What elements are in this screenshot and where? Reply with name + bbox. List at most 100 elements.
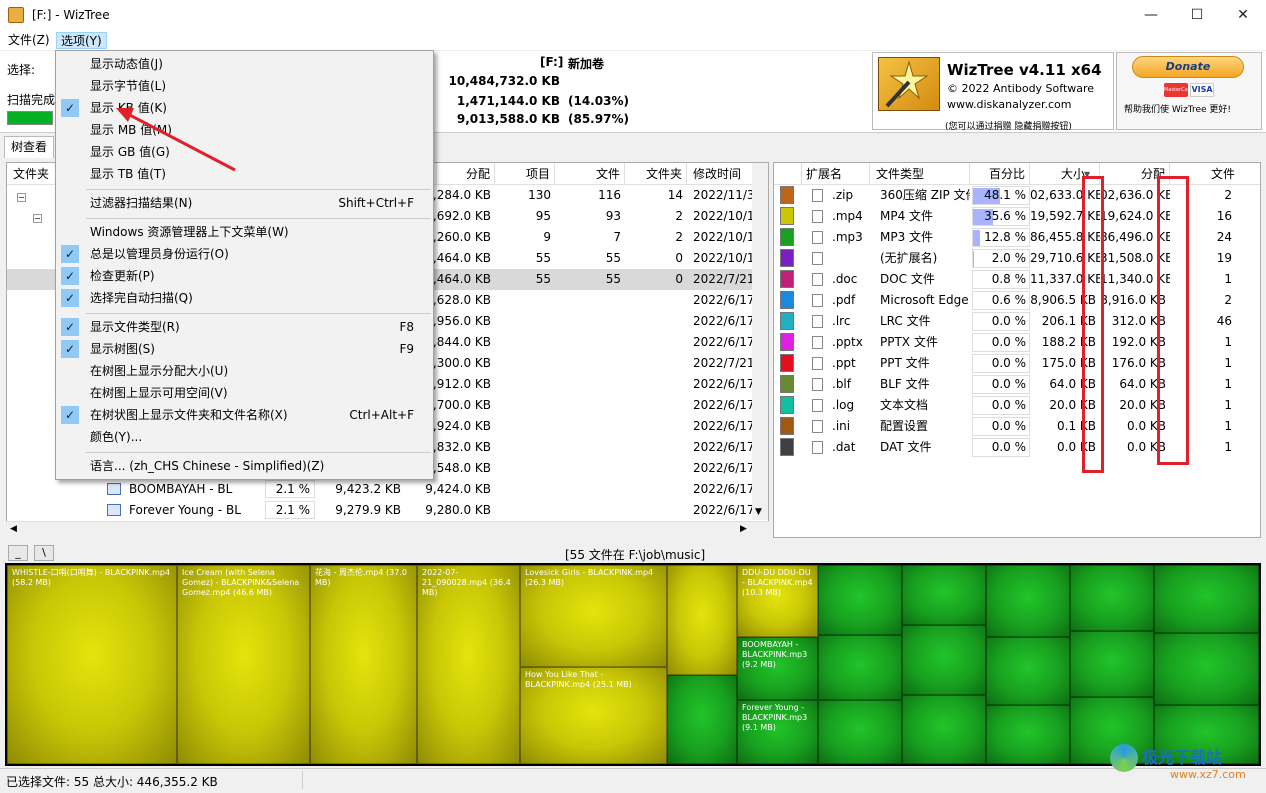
scroll-right-arrow-icon[interactable]: ▶ — [740, 524, 747, 534]
treemap-tile[interactable] — [667, 675, 737, 764]
menu-item-label: Windows 资源管理器上下文菜单(W) — [90, 225, 289, 239]
treemap-tile[interactable] — [667, 565, 737, 675]
treemap-tile[interactable]: 花海 - 周杰伦.mp4 (37.0 MB) — [310, 565, 417, 764]
menu-item[interactable]: 显示字节值(L) — [57, 75, 432, 97]
menu-item-label: 选择完自动扫描(Q) — [90, 291, 193, 305]
files-cell — [555, 332, 625, 353]
tab-tree-view[interactable]: 树查看 — [4, 136, 55, 158]
checkmark-icon: ✓ — [61, 289, 79, 307]
menu-item[interactable]: 显示动态值(J) — [57, 53, 432, 75]
menu-item[interactable]: ✓ 显示树图(S) F9 — [57, 338, 432, 360]
donate-button[interactable]: Donate — [1132, 56, 1244, 78]
tree-collapse-icon[interactable]: − — [33, 214, 42, 223]
maximize-button[interactable]: ☐ — [1174, 0, 1220, 30]
col-items[interactable]: 项目 — [495, 163, 555, 185]
col-files[interactable]: 文件 — [555, 163, 625, 185]
donate-note: (您可以通过捐赠 隐藏捐赠按钮) — [945, 122, 1072, 132]
modified-cell: 2022/10/13 — [693, 230, 753, 244]
treemap-tile[interactable] — [1154, 633, 1259, 705]
ext-cell: .ppt — [832, 356, 856, 370]
modified-cell: 2022/6/17 — [693, 335, 753, 349]
up-level-button[interactable]: _ — [8, 545, 28, 561]
tree-horizontal-scrollbar[interactable]: ◀ ▶ — [6, 521, 769, 538]
col-percent[interactable]: 百分比 — [970, 163, 1030, 185]
treemap-tile[interactable]: 2022-07-21_090028.mp4 (36.4 MB) — [417, 565, 520, 764]
treemap-tile[interactable] — [902, 695, 986, 764]
menu-item[interactable]: ✓ 选择完自动扫描(Q) — [57, 287, 432, 309]
items-cell — [495, 395, 555, 416]
folders-cell — [625, 332, 687, 353]
menu-item[interactable]: 在树图上显示分配大小(U) — [57, 360, 432, 382]
menu-item[interactable]: 在树图上显示可用空间(V) — [57, 382, 432, 404]
treemap-tile[interactable] — [986, 565, 1070, 637]
files-cell: 116 — [598, 188, 621, 202]
items-cell — [495, 374, 555, 395]
treemap-tile[interactable] — [818, 565, 902, 635]
menu-separator — [86, 313, 431, 314]
drive-letter: [F:] — [540, 55, 564, 69]
menu-item[interactable]: ✓ 显示文件类型(R) F8 — [57, 316, 432, 338]
table-row[interactable]: Forever Young - BL 2.1 % 9,279.9 KB 9,280.0… — [7, 500, 767, 521]
type-cell: 文本文档 — [880, 398, 929, 412]
treemap-tile[interactable] — [1070, 565, 1154, 631]
treemap-tile[interactable] — [1070, 631, 1154, 697]
treemap-tile[interactable] — [986, 637, 1070, 705]
menu-item[interactable]: ✓ 检查更新(P) — [57, 265, 432, 287]
file-name: Forever Young - BL — [129, 503, 241, 517]
files-cell — [555, 416, 625, 437]
items-cell — [495, 311, 555, 332]
treemap-tile[interactable]: DDU-DU DDU-DU - BLACKPINK.mp4 (10.3 MB) — [737, 565, 818, 637]
files-cell — [555, 374, 625, 395]
menu-item[interactable]: 颜色(Y)... — [57, 426, 432, 448]
menu-item[interactable]: ✓ 总是以管理员身份运行(O) — [57, 243, 432, 265]
root-button[interactable]: \ — [34, 545, 54, 561]
treemap-tile[interactable]: Lovesick Girls - BLACKPINK.mp4 (26.3 MB) — [520, 565, 667, 667]
status-selected: 已选择文件: 55 总大小: 446,355.2 KB — [6, 775, 218, 789]
treemap-tile[interactable]: WHISTLE-口哨(口哨舞) - BLACKPINK.mp4 (58.2 MB… — [7, 565, 177, 764]
table-row[interactable]: BOOMBAYAH - BL 2.1 % 9,423.2 KB 9,424.0 KB 2… — [7, 479, 767, 500]
ext-cell: .dat — [832, 440, 856, 454]
file-type-icon — [812, 315, 823, 328]
type-cell: MP3 文件 — [880, 230, 934, 244]
treemap-tile[interactable] — [818, 635, 902, 700]
scroll-down-arrow-icon[interactable]: ▼ — [755, 507, 762, 517]
menu-item[interactable]: ✓ 在树状图上显示文件夹和文件名称(X) Ctrl+Alt+F — [57, 404, 432, 426]
treemap-tile[interactable]: How You Like That - BLACKPINK.mp4 (25.1 … — [520, 667, 667, 764]
type-cell: MP4 文件 — [880, 209, 934, 223]
treemap-tile[interactable]: Forever Young - BLACKPINK.mp3 (9.1 MB) — [737, 700, 818, 764]
menu-item[interactable]: 语言... (zh_CHS Chinese - Simplified)(Z) — [57, 455, 432, 477]
treemap-tile[interactable]: BOOMBAYAH - BLACKPINK.mp3 (9.2 MB) — [737, 637, 818, 700]
mastercard-icon: MasterCard — [1164, 83, 1193, 97]
type-cell: 360压缩 ZIP 文件 — [880, 188, 970, 202]
menu-file[interactable]: 文件(Z) — [4, 32, 54, 49]
website-link[interactable]: www.diskanalyzer.com — [947, 98, 1072, 111]
highlight-box-size-unit — [1082, 176, 1104, 473]
treemap-tile[interactable] — [902, 565, 986, 625]
close-button[interactable]: ✕ — [1220, 0, 1266, 30]
menu-item[interactable]: 过滤器扫描结果(N) Shift+Ctrl+F — [57, 192, 432, 214]
treemap-tile[interactable]: Ice Cream (with Selena Gomez) - BLACKPIN… — [177, 565, 310, 764]
menu-item[interactable]: Windows 资源管理器上下文菜单(W) — [57, 221, 432, 243]
treemap-tile[interactable] — [818, 700, 902, 764]
treemap-tile[interactable] — [1154, 565, 1259, 633]
col-type[interactable]: 文件类型 — [870, 163, 970, 185]
folders-cell: 14 — [667, 188, 683, 202]
type-cell: 配置设置 — [880, 419, 929, 433]
files-cell: 93 — [605, 209, 621, 223]
files-cell — [555, 500, 625, 521]
tree-vertical-scrollbar[interactable]: ▼ — [752, 163, 768, 520]
tree-collapse-icon[interactable]: − — [17, 193, 26, 202]
items-cell: 55 — [535, 272, 551, 286]
scroll-left-arrow-icon[interactable]: ◀ — [10, 524, 17, 534]
treemap-view[interactable]: WHISTLE-口哨(口哨舞) - BLACKPINK.mp4 (58.2 MB… — [5, 563, 1261, 766]
minimize-button[interactable]: — — [1128, 0, 1174, 30]
treemap-tile[interactable] — [902, 625, 986, 695]
col-alloc[interactable]: 分配 — [437, 163, 495, 185]
menu-item-label: 颜色(Y)... — [90, 430, 143, 444]
percent-cell: 0.0 % — [991, 335, 1026, 349]
menu-options[interactable]: 选项(Y) — [56, 32, 107, 49]
col-ext[interactable]: 扩展名 — [802, 163, 870, 185]
col-folders[interactable]: 文件夹 — [625, 163, 687, 185]
file-type-icon — [812, 231, 823, 244]
treemap-tile[interactable] — [986, 705, 1070, 764]
